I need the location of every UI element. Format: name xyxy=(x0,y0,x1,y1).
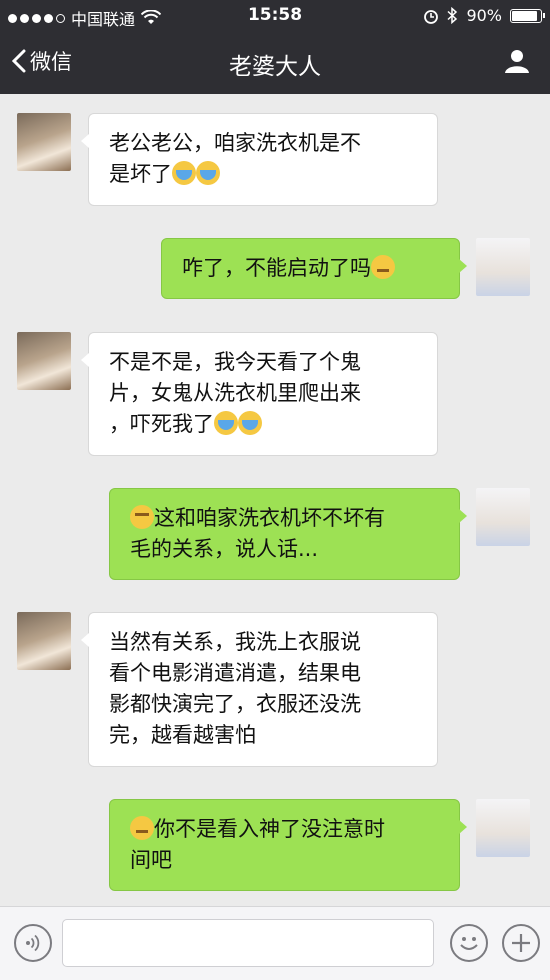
message-line: 看个电影消遣消遣，结果电 xyxy=(109,661,361,685)
sweat-emoji-icon xyxy=(130,505,154,529)
status-right: 90% xyxy=(423,6,545,25)
message-line: 毛的关系，说人话... xyxy=(130,537,319,561)
message-line: 是坏了 xyxy=(109,162,172,186)
crying-emoji-icon xyxy=(214,411,238,435)
emoji-icon xyxy=(460,937,478,950)
message-bubble-received[interactable]: 老公老公，咱家洗衣机是不 是坏了 xyxy=(81,113,438,206)
plus-icon xyxy=(512,934,530,952)
message-bubble-sent[interactable]: 这和咱家洗衣机坏不坏有 毛的关系，说人话... xyxy=(109,488,467,580)
chat-title: 老婆大人 xyxy=(229,54,321,80)
my-avatar[interactable] xyxy=(476,238,530,296)
message-bubble-sent[interactable]: 咋了，不能启动了吗 xyxy=(161,238,467,299)
crying-emoji-icon xyxy=(238,411,262,435)
message-line-row: 你不是看入神了没注意时 xyxy=(130,814,439,845)
input-bar xyxy=(0,906,550,980)
message-line: 间吧 xyxy=(130,848,172,872)
message-input[interactable] xyxy=(62,919,434,967)
emoji-button[interactable] xyxy=(450,924,488,962)
message-line: ，吓死我了 xyxy=(109,412,214,436)
person-icon xyxy=(505,50,529,73)
message-line-row: ，吓死我了 xyxy=(109,409,417,440)
message-line: 老公老公，咱家洗衣机是不 xyxy=(109,131,361,155)
add-button[interactable] xyxy=(502,924,540,962)
status-bar: 中国联通 15:58 90% xyxy=(0,0,550,32)
voice-button[interactable] xyxy=(14,924,52,962)
my-avatar[interactable] xyxy=(476,488,530,546)
message-bubble-sent[interactable]: 你不是看入神了没注意时 间吧 xyxy=(109,799,467,891)
message-line: 咋了，不能启动了吗 xyxy=(182,256,371,280)
crying-emoji-icon xyxy=(172,161,196,185)
message-line: 这和咱家洗衣机坏不坏有 xyxy=(154,506,385,530)
message-line: 完，越看越害怕 xyxy=(109,723,256,747)
message-bubble-received[interactable]: 当然有关系，我洗上衣服说 看个电影消遣消遣，结果电 影都快演完了，衣服还没洗 完… xyxy=(81,612,438,767)
contact-avatar[interactable] xyxy=(17,113,71,171)
message-line: 片，女鬼从洗衣机里爬出来 xyxy=(109,381,361,405)
crying-emoji-icon xyxy=(196,161,220,185)
alarm-icon xyxy=(424,9,439,24)
message-line: 你不是看入神了没注意时 xyxy=(154,817,385,841)
message-line-row: 咋了，不能启动了吗 xyxy=(182,253,439,284)
message-line-row: 是坏了 xyxy=(109,159,417,190)
profile-button[interactable] xyxy=(504,48,530,78)
battery-percent: 90% xyxy=(466,6,502,25)
thinking-emoji-icon xyxy=(371,255,395,279)
message-line: 影都快演完了，衣服还没洗 xyxy=(109,692,361,716)
voice-icon xyxy=(26,934,40,952)
my-avatar[interactable] xyxy=(476,799,530,857)
thinking-emoji-icon xyxy=(130,816,154,840)
message-line: 不是不是，我今天看了个鬼 xyxy=(109,350,361,374)
bluetooth-icon xyxy=(447,7,458,24)
message-line-row: 这和咱家洗衣机坏不坏有 xyxy=(130,503,439,534)
message-line: 当然有关系，我洗上衣服说 xyxy=(109,630,361,654)
contact-avatar[interactable] xyxy=(17,332,71,390)
navigation-bar: 微信 老婆大人 xyxy=(0,32,550,94)
battery-icon xyxy=(510,8,545,23)
message-bubble-received[interactable]: 不是不是，我今天看了个鬼 片，女鬼从洗衣机里爬出来 ，吓死我了 xyxy=(81,332,438,456)
contact-avatar[interactable] xyxy=(17,612,71,670)
